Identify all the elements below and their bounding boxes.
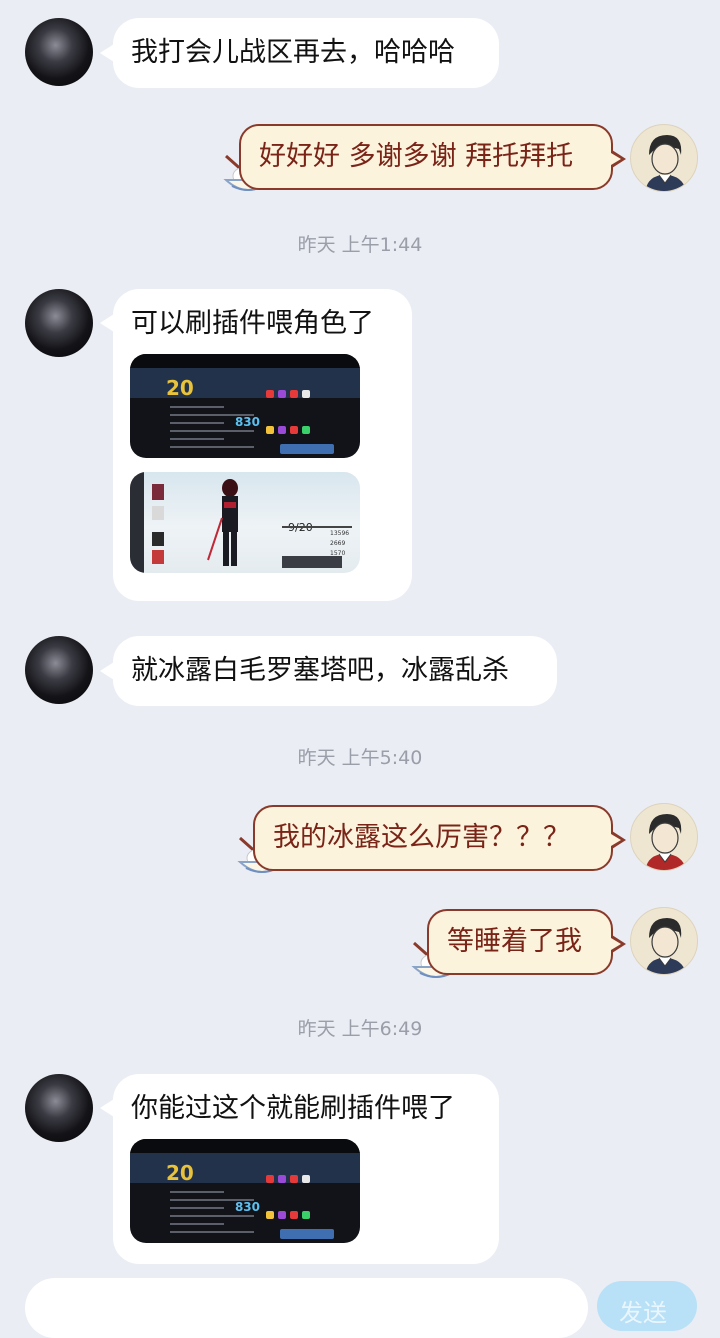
bubble-tail xyxy=(100,44,114,62)
contact-avatar[interactable] xyxy=(25,636,93,704)
image-score: 830 xyxy=(234,1200,260,1214)
message-text: 就冰露白毛罗塞塔吧，冰露乱杀 xyxy=(131,655,509,686)
message-text: 我的冰露这么厉害？？？ xyxy=(273,822,570,853)
user-avatar[interactable] xyxy=(630,124,698,192)
message-text: 我打会儿战区再去，哈哈哈 xyxy=(131,37,455,68)
bubble-tail xyxy=(100,662,114,680)
game-screenshot-image[interactable]: 无垠心渊 · 霍 20 830 xyxy=(130,1139,360,1243)
message-bubble-own[interactable]: 我的冰露这么厉害？？？ xyxy=(253,805,613,871)
image-level: 20 xyxy=(166,376,194,400)
message-text: 好好好 多谢多谢 拜托拜托 xyxy=(259,141,574,172)
bubble-tail xyxy=(611,150,626,168)
game-screenshot-image[interactable]: 无垠心渊 · 霍 20 830 xyxy=(130,354,360,458)
message-bubble[interactable]: 可以刷插件喂角色了 无垠心渊 · 霍 20 830 9/20 13596 xyxy=(113,289,412,601)
timestamp: 昨天 上午6:49 xyxy=(297,1018,423,1040)
message-text: 等睡着了我 xyxy=(447,926,582,957)
message-bubble-own[interactable]: 等睡着了我 xyxy=(427,909,613,975)
bubble-tail xyxy=(611,831,626,849)
message-text: 你能过这个就能刷插件喂了 xyxy=(131,1093,455,1124)
message-input[interactable] xyxy=(25,1278,588,1338)
bubble-tail xyxy=(100,314,114,332)
message-bubble[interactable]: 你能过这个就能刷插件喂了 无垠心渊 · 霍 20 830 xyxy=(113,1074,499,1264)
contact-avatar[interactable] xyxy=(25,289,93,357)
timestamp: 昨天 上午1:44 xyxy=(297,234,423,256)
send-button[interactable]: 发送 xyxy=(597,1281,697,1331)
message-bubble-own[interactable]: 好好好 多谢多谢 拜托拜托 xyxy=(239,124,613,190)
message-bubble[interactable]: 我打会儿战区再去，哈哈哈 xyxy=(113,18,499,88)
image-progress: 9/20 xyxy=(288,510,313,546)
send-button-label: 发送 xyxy=(619,1299,667,1327)
contact-avatar[interactable] xyxy=(25,1074,93,1142)
game-screenshot-image[interactable]: 9/20 13596 2669 1570 980 xyxy=(130,472,360,573)
user-avatar[interactable] xyxy=(630,907,698,975)
bubble-tail xyxy=(100,1099,114,1117)
contact-avatar[interactable] xyxy=(25,18,93,86)
message-text: 可以刷插件喂角色了 xyxy=(131,308,374,339)
user-avatar[interactable] xyxy=(630,803,698,871)
bubble-tail xyxy=(611,935,626,953)
image-score: 830 xyxy=(234,415,260,429)
image-level: 20 xyxy=(166,1161,194,1185)
timestamp: 昨天 上午5:40 xyxy=(297,747,423,769)
message-bubble[interactable]: 就冰露白毛罗塞塔吧，冰露乱杀 xyxy=(113,636,557,706)
